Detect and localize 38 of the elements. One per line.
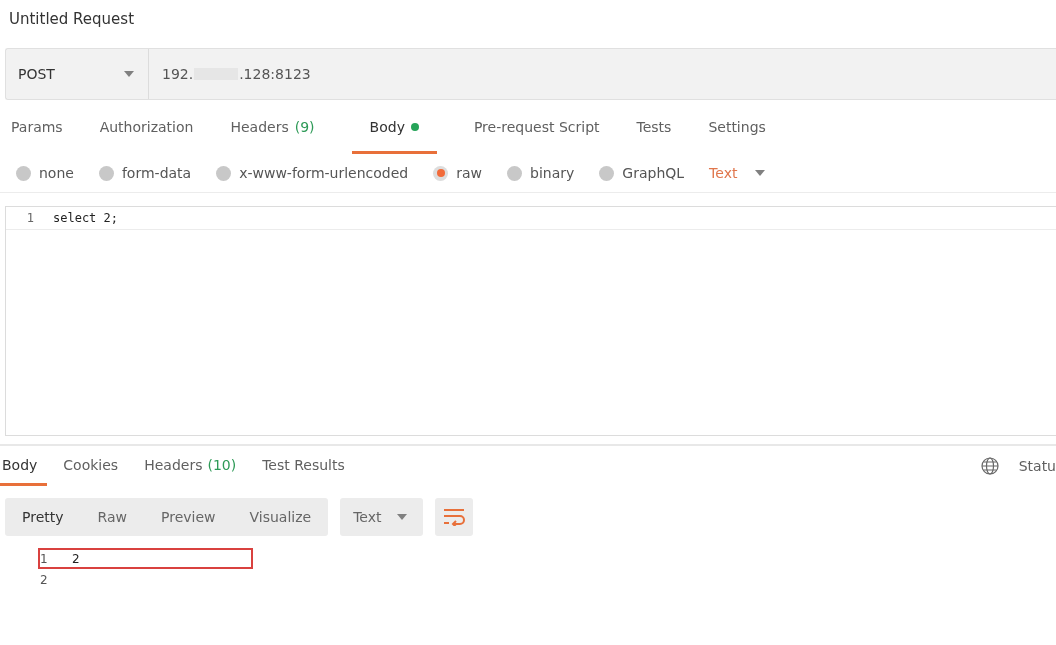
caret-icon <box>124 71 134 77</box>
wrap-icon <box>443 508 466 526</box>
request-title: Untitled Request <box>8 9 136 30</box>
request-tab[interactable]: Authorization <box>99 100 194 154</box>
format-dropdown[interactable]: Text <box>340 498 424 536</box>
response-tab[interactable]: Test Results <box>252 446 355 486</box>
body-type-radio[interactable]: GraphQL <box>599 165 685 181</box>
url-field[interactable]: 192. .128:8123 <box>149 49 1056 99</box>
response-tab[interactable]: Body <box>0 446 48 486</box>
request-tab[interactable]: Headers (9) <box>230 100 315 154</box>
wrap-button[interactable] <box>435 498 474 536</box>
caret-icon <box>397 514 408 520</box>
view-mode-tab[interactable]: Pretty <box>5 498 81 536</box>
body-type-radio[interactable]: raw <box>433 165 483 181</box>
view-mode-tab[interactable]: Preview <box>144 498 233 536</box>
status-label: Statu <box>1018 458 1056 474</box>
response-tab[interactable]: Cookies <box>53 446 129 486</box>
body-type-radio[interactable]: form-data <box>98 165 192 181</box>
request-tab[interactable]: Tests <box>636 100 672 154</box>
body-type-radio[interactable]: binary <box>507 165 575 181</box>
view-mode-tab[interactable]: Raw <box>80 498 144 536</box>
body-type-radio[interactable]: x-www-form-urlencoded <box>216 165 409 181</box>
response-text: 2 <box>72 551 80 566</box>
code-line: select 2; <box>53 211 119 225</box>
method-dropdown[interactable]: POST <box>6 49 149 99</box>
globe-icon[interactable] <box>980 457 999 475</box>
view-mode-tab[interactable]: Visualize <box>232 498 329 536</box>
response-tab[interactable]: Headers (10) <box>134 446 247 486</box>
line-number: 1 <box>25 211 35 225</box>
code-editor[interactable]: 1 select 2; <box>5 206 1056 436</box>
request-tab[interactable]: Settings <box>708 100 766 154</box>
request-tab[interactable]: Body <box>351 100 437 154</box>
body-type-radio[interactable]: none <box>16 165 74 181</box>
line-number: 2 <box>40 572 49 587</box>
line-number: 1 <box>40 551 49 566</box>
request-tab[interactable]: Pre-request Script <box>473 100 600 154</box>
request-tab[interactable]: Params <box>11 100 63 154</box>
caret-icon <box>755 170 766 176</box>
